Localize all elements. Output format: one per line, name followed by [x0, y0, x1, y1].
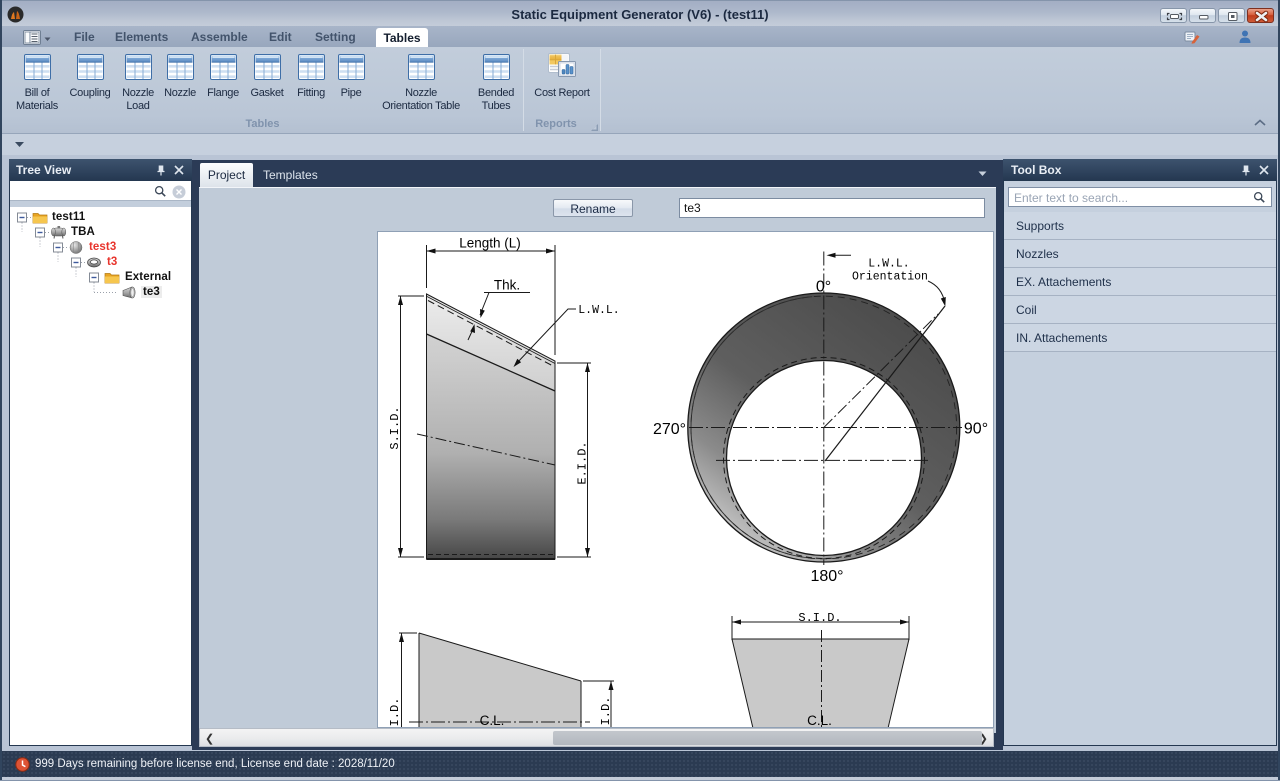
- svg-text:S.I.D.: S.I.D.: [798, 611, 841, 625]
- svg-text:L.W.L.: L.W.L.: [578, 304, 619, 317]
- svg-text:C.L.: C.L.: [807, 713, 832, 727]
- svg-text:270°: 270°: [653, 421, 686, 438]
- svg-text:S.I.D.: S.I.D.: [388, 406, 402, 449]
- svg-text:I.D.: I.D.: [599, 697, 613, 726]
- svg-text:C.L.: C.L.: [480, 713, 505, 727]
- svg-text:Length (L): Length (L): [459, 236, 521, 251]
- svg-text:180°: 180°: [810, 568, 843, 585]
- svg-text:L.W.L.: L.W.L.: [868, 258, 909, 271]
- svg-text:90°: 90°: [964, 421, 988, 438]
- svg-text:I.D.: I.D.: [388, 698, 402, 727]
- svg-text:E.I.D.: E.I.D.: [576, 441, 590, 484]
- svg-text:Thk.: Thk.: [494, 278, 520, 293]
- svg-text:Orientation: Orientation: [852, 271, 928, 284]
- svg-text:0°: 0°: [816, 279, 831, 296]
